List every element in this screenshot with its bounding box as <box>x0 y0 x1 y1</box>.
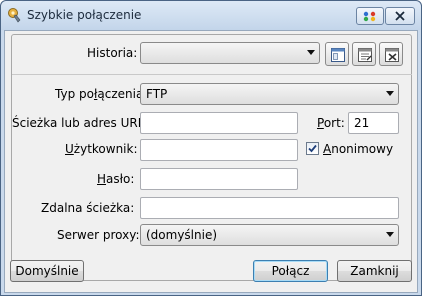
close-icon <box>395 11 405 21</box>
uzytkownik-label: Użytkownik: <box>65 142 138 156</box>
chevron-down-icon <box>386 91 394 96</box>
chevron-down-icon <box>307 50 315 55</box>
help-icon <box>363 11 376 22</box>
zamknij-button[interactable]: Zamknij <box>337 260 412 282</box>
window-title: Szybkie połączenie <box>27 8 142 22</box>
sciezka-label: Ścieżka lub adres URL: <box>12 116 149 130</box>
close-button[interactable] <box>385 7 415 25</box>
quick-connect-window: Szybkie połączenie Historia: Typ połącze… <box>0 0 422 296</box>
chevron-down-icon <box>386 232 394 237</box>
connection-details-button[interactable] <box>325 42 349 66</box>
serwer-proxy-label: Serwer proxy: <box>57 228 140 242</box>
polacz-button[interactable]: Połącz <box>253 260 328 282</box>
delete-connection-button[interactable] <box>379 42 403 66</box>
delete-connection-icon <box>385 48 399 62</box>
port-input[interactable]: 21 <box>348 112 399 134</box>
proxy-value: (domyślnie) <box>146 228 218 242</box>
anonimowy-label[interactable]: Anonimowy <box>323 142 393 157</box>
checkmark-icon <box>308 144 317 153</box>
typ-polaczenia-dropdown[interactable]: FTP <box>140 83 399 105</box>
haslo-label: Hasło: <box>97 172 135 186</box>
quick-connect-icon <box>7 7 23 23</box>
typ-label: Typ połączenia: <box>55 87 148 101</box>
zdalna-sciezka-label: Zdalna ścieżka: <box>41 201 135 215</box>
edit-connection-icon <box>358 48 372 62</box>
historia-label: Historia: <box>87 46 138 60</box>
sciezka-input[interactable] <box>140 112 298 134</box>
title-bar: Szybkie połączenie <box>1 1 421 30</box>
separator <box>12 74 412 75</box>
help-button[interactable] <box>356 7 384 25</box>
anonimowy-checkbox[interactable] <box>306 142 319 155</box>
connection-icon <box>331 48 345 62</box>
edit-connection-button[interactable] <box>352 42 376 66</box>
domyslnie-button[interactable]: Domyślnie <box>10 260 84 282</box>
serwer-proxy-dropdown[interactable]: (domyślnie) <box>140 224 399 246</box>
historia-dropdown[interactable] <box>140 42 320 64</box>
zdalna-sciezka-input[interactable] <box>140 197 399 219</box>
uzytkownik-input[interactable] <box>140 139 298 161</box>
typ-value: FTP <box>146 87 168 101</box>
port-label: Port: <box>317 116 345 130</box>
haslo-input[interactable] <box>140 168 298 190</box>
dialog-body: Historia: Typ połączenia: FTP Ścieżka lu… <box>4 30 418 293</box>
